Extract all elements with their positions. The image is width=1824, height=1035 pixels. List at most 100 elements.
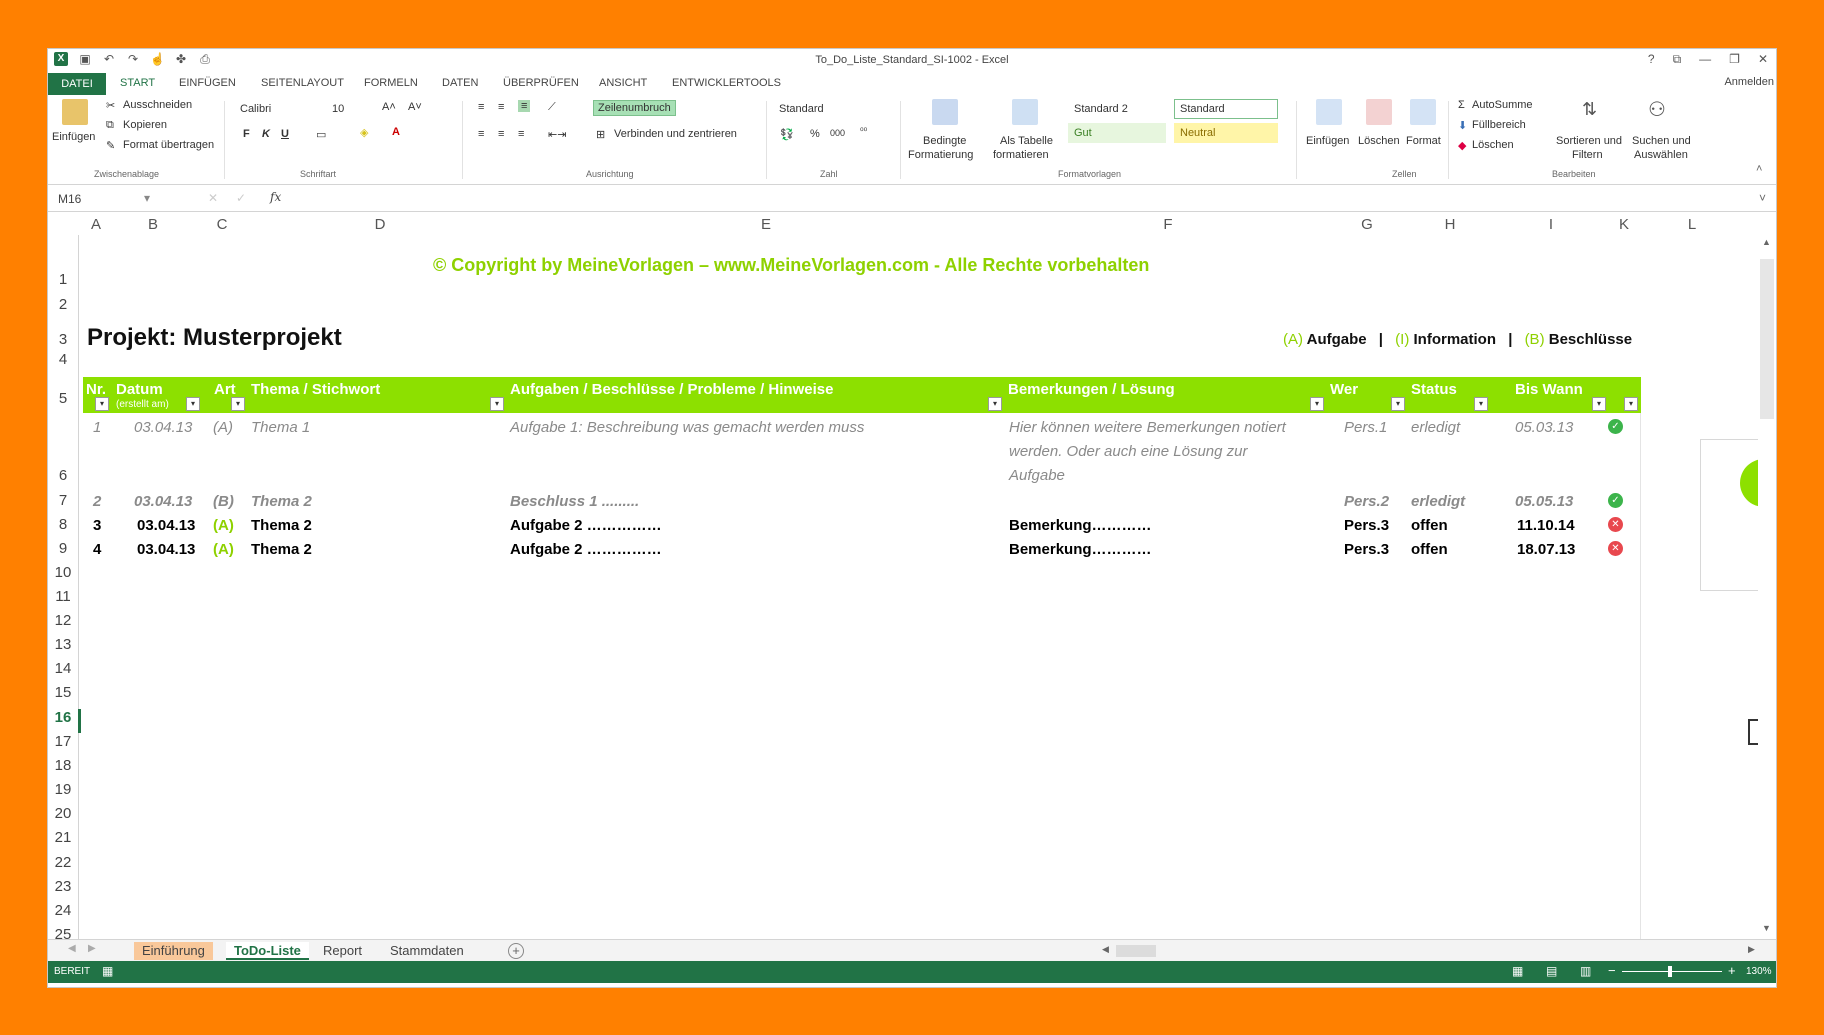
number-format-select[interactable]: Standard bbox=[779, 103, 889, 115]
row-header[interactable]: 23 bbox=[48, 878, 78, 895]
cell-status[interactable]: offen bbox=[1411, 541, 1448, 558]
restore-icon[interactable]: ❐ bbox=[1729, 52, 1740, 67]
format-as-table-button[interactable]: Als Tabelle bbox=[1000, 135, 1053, 147]
chevron-down-icon[interactable]: ▾ bbox=[144, 191, 150, 205]
row-header[interactable]: 9 bbox=[48, 540, 78, 557]
horizontal-scrollbar-thumb[interactable] bbox=[1116, 945, 1156, 957]
clear-button[interactable]: Löschen bbox=[1472, 139, 1514, 151]
cell-datum[interactable]: 03.04.13 bbox=[137, 541, 195, 558]
cell-thema[interactable]: Thema 2 bbox=[251, 541, 312, 558]
scroll-down-icon[interactable]: ▼ bbox=[1762, 923, 1771, 933]
cell-aufgabe[interactable]: Beschluss 1 ......... bbox=[510, 493, 639, 510]
filter-dropdown-icon[interactable]: ▾ bbox=[1391, 397, 1405, 411]
scroll-up-icon[interactable]: ▲ bbox=[1762, 237, 1771, 247]
insert-cells-button[interactable]: Einfügen bbox=[1306, 135, 1349, 147]
enter-icon[interactable]: ✓ bbox=[236, 191, 246, 205]
row-header[interactable]: 3 bbox=[48, 331, 78, 348]
row-header[interactable]: 10 bbox=[48, 564, 78, 581]
percent-button[interactable]: % bbox=[810, 128, 820, 140]
thousands-button[interactable]: 000 bbox=[830, 128, 845, 138]
format-as-table-button-line2[interactable]: formatieren bbox=[993, 149, 1049, 161]
bold-button[interactable]: F bbox=[243, 128, 250, 140]
sort-filter-icon[interactable]: ⇅ bbox=[1582, 99, 1597, 120]
cell-status[interactable]: erledigt bbox=[1411, 493, 1465, 510]
row-header[interactable]: 22 bbox=[48, 854, 78, 871]
expand-formula-icon[interactable]: ˅ bbox=[1759, 191, 1766, 205]
close-icon[interactable]: ✕ bbox=[1758, 52, 1768, 67]
format-as-table-icon[interactable] bbox=[1012, 99, 1038, 125]
row-header-selected[interactable]: 16 bbox=[48, 709, 78, 726]
sheet-tab-report[interactable]: Report bbox=[315, 942, 370, 960]
cell-nr[interactable]: 3 bbox=[93, 517, 101, 534]
cell-nr[interactable]: 1 bbox=[93, 419, 101, 436]
tab-data[interactable]: DATEN bbox=[442, 77, 478, 89]
column-header-e[interactable]: E bbox=[756, 216, 776, 233]
cell-thema[interactable]: Thema 2 bbox=[251, 493, 312, 510]
delete-cells-icon[interactable] bbox=[1366, 99, 1392, 125]
eraser-icon[interactable]: ◆ bbox=[1458, 139, 1466, 152]
prev-sheet-icon[interactable]: ◀ bbox=[68, 943, 76, 954]
column-header-k[interactable]: K bbox=[1614, 216, 1634, 233]
align-center-icon[interactable]: ≡ bbox=[498, 128, 504, 140]
sheet-tab-stammdaten[interactable]: Stammdaten bbox=[382, 942, 472, 960]
cell-bis[interactable]: 11.10.14 bbox=[1517, 517, 1575, 534]
sign-in-link[interactable]: Anmelden bbox=[1724, 76, 1774, 88]
cell-aufgabe[interactable]: Aufgabe 2 …………… bbox=[510, 517, 662, 534]
tab-page-layout[interactable]: SEITENLAYOUT bbox=[261, 77, 344, 89]
zoom-out-icon[interactable]: − bbox=[1608, 963, 1616, 978]
conditional-format-icon[interactable] bbox=[932, 99, 958, 125]
row-header[interactable]: 19 bbox=[48, 781, 78, 798]
row-header[interactable]: 14 bbox=[48, 660, 78, 677]
sheet-tab-einfuehrung[interactable]: Einführung bbox=[134, 942, 213, 960]
cell-thema[interactable]: Thema 2 bbox=[251, 517, 312, 534]
fill-color-icon[interactable]: ◈ bbox=[360, 126, 368, 139]
italic-button[interactable]: K bbox=[262, 128, 270, 140]
cell-bemerkung[interactable]: Bemerkung………… bbox=[1009, 541, 1152, 558]
page-layout-view-icon[interactable]: ▤ bbox=[1546, 964, 1557, 978]
page-break-view-icon[interactable]: ▥ bbox=[1580, 964, 1591, 978]
style-standard2[interactable]: Standard 2 bbox=[1068, 99, 1166, 119]
fill-button[interactable]: Füllbereich bbox=[1472, 119, 1526, 131]
filter-dropdown-icon[interactable]: ▾ bbox=[1592, 397, 1606, 411]
zoom-in-icon[interactable]: + bbox=[1728, 963, 1736, 978]
insert-cells-icon[interactable] bbox=[1316, 99, 1342, 125]
row-header[interactable]: 18 bbox=[48, 757, 78, 774]
scroll-left-icon[interactable]: ◀ bbox=[1102, 944, 1109, 955]
sort-filter-button-line2[interactable]: Filtern bbox=[1572, 149, 1603, 161]
align-left-icon[interactable]: ≡ bbox=[478, 128, 484, 140]
filter-dropdown-icon[interactable]: ▾ bbox=[1474, 397, 1488, 411]
format-painter-button[interactable]: Format übertragen bbox=[123, 139, 214, 151]
row-header[interactable]: 12 bbox=[48, 612, 78, 629]
row-header[interactable]: 24 bbox=[48, 902, 78, 919]
align-top-icon[interactable]: ≡ bbox=[478, 101, 484, 113]
find-select-button[interactable]: Suchen und bbox=[1632, 135, 1691, 147]
currency-icon[interactable]: 💱 bbox=[780, 128, 794, 141]
cell-status[interactable]: erledigt bbox=[1411, 419, 1460, 436]
find-select-button-line2[interactable]: Auswählen bbox=[1634, 149, 1688, 161]
filter-dropdown-icon[interactable]: ▾ bbox=[1624, 397, 1638, 411]
decimal-icon[interactable]: ⁰⁰ bbox=[860, 126, 867, 137]
cell-nr[interactable]: 4 bbox=[93, 541, 101, 558]
cell-status[interactable]: offen bbox=[1411, 517, 1448, 534]
border-icon[interactable]: ▭ bbox=[316, 128, 326, 141]
column-header-l[interactable]: L bbox=[1682, 216, 1702, 233]
scrollbar-thumb[interactable] bbox=[1760, 259, 1774, 419]
row-header[interactable]: 15 bbox=[48, 684, 78, 701]
underline-button[interactable]: U bbox=[281, 128, 289, 140]
cell-art[interactable]: (A) bbox=[213, 517, 234, 534]
column-header-f[interactable]: F bbox=[1158, 216, 1178, 233]
cell-datum[interactable]: 03.04.13 bbox=[134, 493, 192, 510]
zoom-slider[interactable] bbox=[1622, 971, 1722, 972]
font-name-select[interactable]: Calibri bbox=[240, 103, 320, 115]
cell-wer[interactable]: Pers.1 bbox=[1344, 419, 1387, 436]
indent-icon[interactable]: ⇤⇥ bbox=[548, 128, 566, 141]
merge-icon[interactable]: ⊞ bbox=[596, 128, 605, 141]
copy-icon[interactable]: ⧉ bbox=[106, 119, 114, 132]
style-standard[interactable]: Standard bbox=[1174, 99, 1278, 119]
row-header[interactable]: 8 bbox=[48, 516, 78, 533]
row-header[interactable]: 17 bbox=[48, 733, 78, 750]
row-header[interactable]: 7 bbox=[48, 492, 78, 509]
filter-dropdown-icon[interactable]: ▾ bbox=[490, 397, 504, 411]
conditional-format-button[interactable]: Bedingte bbox=[923, 135, 966, 147]
wrap-text-button[interactable]: Zeilenumbruch bbox=[593, 100, 676, 116]
